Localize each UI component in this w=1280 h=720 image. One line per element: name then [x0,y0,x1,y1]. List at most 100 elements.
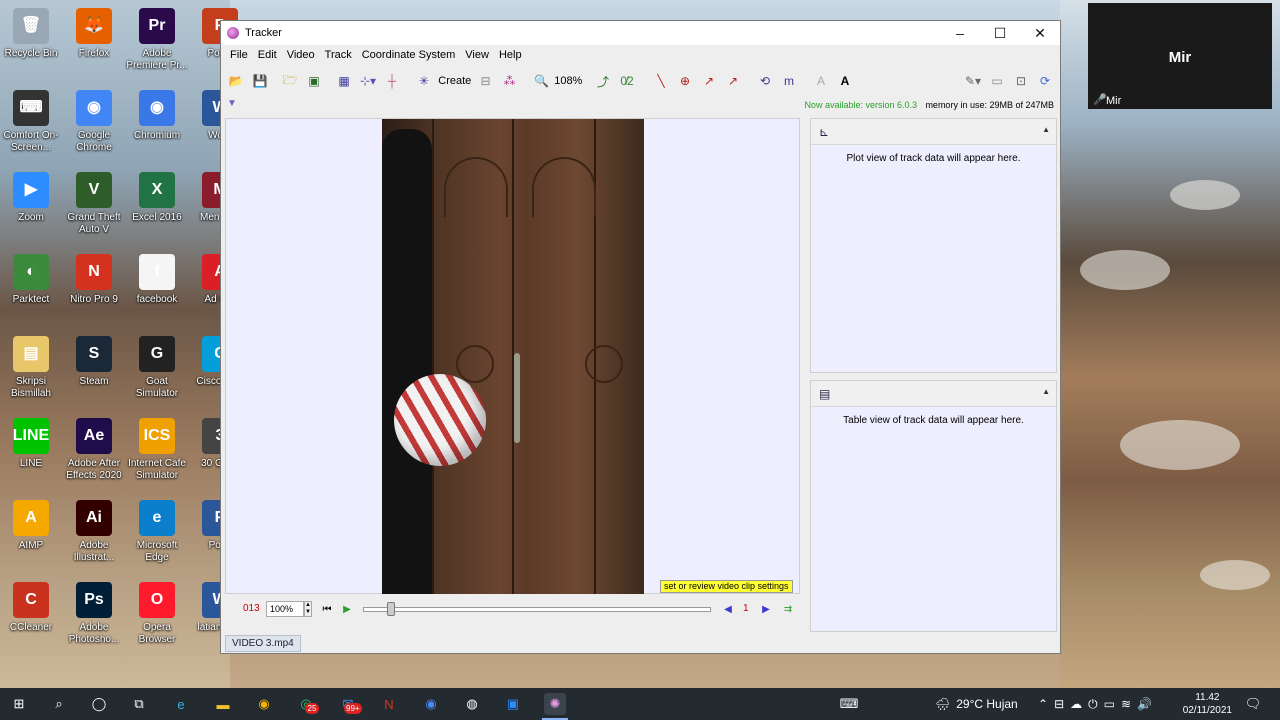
desktop-icon[interactable]: f facebook [126,254,188,306]
step-size[interactable]: 1 [743,603,749,614]
windows-start-icon[interactable]: ⊞ [8,693,30,715]
window-icon[interactable]: ⊡ [1012,72,1030,90]
desktop-icon[interactable]: ICS Internet Cafe Simulator [126,418,188,482]
weather-icon[interactable]: 🌧 [935,697,950,711]
axes-icon[interactable]: ⊹▾ [359,72,377,90]
desktop-icon[interactable]: ▤ Skripsi Bismillah [0,336,62,400]
rotate-icon[interactable]: ⟲ [756,72,774,90]
font-small-icon[interactable]: A [812,72,830,90]
open-folder-icon[interactable]: 📂 [227,72,245,90]
track-menu-icon[interactable]: ▼ [227,98,237,109]
step-forward-button[interactable]: ▶ [759,602,773,616]
loop-button[interactable]: ⇉ [781,602,795,616]
font-large-icon[interactable]: A [836,72,854,90]
point-tool-icon[interactable]: ⊕ [676,72,694,90]
track-path-icon[interactable]: ⤴ [594,72,612,90]
wifi-icon[interactable]: ≋ [1121,697,1137,711]
minimize-button[interactable]: – [940,21,980,45]
desktop-icon[interactable]: G Goat Simulator [126,336,188,400]
menu-coordinate-system[interactable]: Coordinate System [357,49,461,61]
menu-track[interactable]: Track [320,49,357,61]
collapse-arrow-icon[interactable]: ▲ [1042,125,1050,134]
vector-tool-icon[interactable]: ↗ [700,72,718,90]
file-explorer-icon[interactable]: ▬ [212,693,234,715]
keyboard-icon[interactable]: ⌨ [838,693,860,715]
notes-icon[interactable]: ▭ [988,72,1006,90]
desktop-icon[interactable]: ⌨ Comfort On-Screen... [0,90,62,154]
file-tab[interactable]: VIDEO 3.mp4 [225,635,301,652]
refresh-icon[interactable]: ⟳ [1036,72,1054,90]
player-zoom-field[interactable]: 100% [266,601,304,617]
save-icon[interactable]: 💾 [251,72,269,90]
desktop-icon[interactable]: Pr Adobe Premiere Pr... [126,8,188,72]
notification-icon[interactable]: 🗨 [1242,693,1264,715]
trails-icon[interactable]: ⁂ [501,72,519,90]
menu-help[interactable]: Help [494,49,527,61]
create-button[interactable]: Create [438,72,471,90]
desktop-icon[interactable]: ◉ Chromium [126,90,188,142]
reset-button[interactable]: ⏮ [320,602,334,616]
weather-text[interactable]: 29°C Hujan [956,697,1018,711]
desktop-icon[interactable]: 🦊 Firefox [63,8,125,60]
title-bar[interactable]: Tracker – ☐ ✕ [221,21,1060,45]
play-button[interactable]: ▶ [340,602,354,616]
chrome-icon[interactable]: ◉ [253,693,275,715]
task-view-icon[interactable]: ⧉ [128,693,150,715]
mass-icon[interactable]: m [780,72,798,90]
tracker-taskbar-icon[interactable]: ✺ [544,693,566,715]
clock[interactable]: 11.42 02/11/2021 [1183,691,1232,717]
desktop-icon[interactable]: V Grand Theft Auto V [63,172,125,236]
desktop-icon[interactable]: S Steam [63,336,125,388]
tray-expand-icon[interactable]: ⌃ [1038,697,1054,711]
zoom-taskbar-icon[interactable]: ▣ [502,693,524,715]
zoom-spinner[interactable]: ▲ ▼ [304,601,312,617]
export-icon[interactable]: ▣ [305,72,323,90]
zoom-participant-tile[interactable]: Mir 🎤 Mir [1088,3,1272,109]
clip-settings-icon[interactable]: ▦ [335,72,353,90]
memory-usage[interactable]: memory in use: 29MB of 247MB [925,100,1054,110]
desktop-icon[interactable]: Ps Adobe Photosho... [63,582,125,646]
power-icon[interactable]: ⏻ [1088,697,1104,712]
table-icon[interactable]: ▤ [819,387,830,401]
desktop-icon[interactable]: A AIMP [0,500,62,552]
desktop-icon[interactable]: Ai Adobe Illustrat... [63,500,125,564]
label-icon[interactable]: 0̸2 [618,72,636,90]
plot-icon[interactable]: ⊾ [819,125,829,139]
collapse-arrow-icon[interactable]: ▲ [1042,387,1050,396]
desktop-icon[interactable]: N Nitro Pro 9 [63,254,125,306]
tray-app-icon[interactable]: ⊟ [1054,697,1070,711]
desktop-icon[interactable]: Ae Adobe After Effects 2020 [63,418,125,482]
cortana-icon[interactable]: ◯ [88,693,110,715]
desktop-icon[interactable]: 🗑 Recycle Bin [0,8,62,60]
acceleration-tool-icon[interactable]: ↗ [724,72,742,90]
desktop-icon[interactable]: X Excel 2016 [126,172,188,224]
menu-view[interactable]: View [460,49,494,61]
desktop-icon[interactable]: ▶ Zoom [0,172,62,224]
desktop-icon[interactable]: ◐ Parktect [0,254,62,306]
nitro-icon[interactable]: N [378,693,400,715]
update-available-link[interactable]: Now available: version 6.0.3 [804,100,917,110]
video-view[interactable]: set or review video clip settings [225,118,800,594]
zoom-level[interactable]: 108% [554,72,582,90]
step-back-button[interactable]: ◀ [721,602,735,616]
open-video-icon[interactable]: 🗁 [281,72,299,90]
desktop-icon[interactable]: e Microsoft Edge [126,500,188,564]
zoom-icon[interactable]: 🔍 [533,72,551,90]
close-button[interactable]: ✕ [1020,21,1060,45]
desktop-icon[interactable]: O Opera Browser [126,582,188,646]
search-icon[interactable]: ⌕ [48,693,70,715]
calibration-icon[interactable]: ┼ [383,72,401,90]
menu-edit[interactable]: Edit [253,49,282,61]
desktop-icon[interactable]: C CCleaner [0,582,62,634]
video-frame[interactable] [382,119,644,594]
maximize-button[interactable]: ☐ [980,21,1020,45]
pencil-icon[interactable]: ✎▾ [964,72,982,90]
volume-icon[interactable]: 🔊 [1137,697,1158,711]
create-track-icon[interactable]: ✳ [415,72,433,90]
battery-icon[interactable]: ▭ [1104,697,1121,711]
frame-slider[interactable] [363,607,711,612]
frame-slider-thumb[interactable] [387,602,395,616]
obs-icon[interactable]: ◍ [461,693,483,715]
line-tool-icon[interactable]: ╲ [652,72,670,90]
clip-settings-hint[interactable]: set or review video clip settings [660,580,793,593]
